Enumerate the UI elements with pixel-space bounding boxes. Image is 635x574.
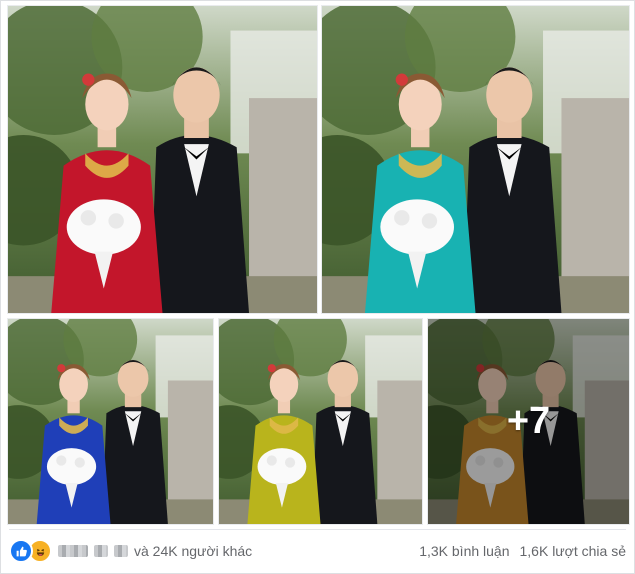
photo-4[interactable] (218, 318, 423, 525)
reactions-count-text[interactable]: và 24K người khác (134, 543, 252, 559)
photo-2[interactable] (321, 5, 630, 314)
more-photos-count: +7 (506, 400, 551, 442)
comments-count[interactable]: 1,3K bình luận (419, 543, 509, 559)
reactor-name-redacted (94, 545, 108, 557)
post-stats: 1,3K bình luận 1,6K lượt chia sẻ (419, 543, 626, 559)
wedding-photo-image (219, 319, 422, 524)
wedding-photo-image (322, 6, 629, 313)
photo-3[interactable] (7, 318, 214, 525)
reactor-name-redacted (58, 545, 88, 557)
photo-1[interactable] (7, 5, 318, 314)
photo-5-more[interactable]: +7 (427, 318, 630, 525)
reactions-bar: và 24K người khác 1,3K bình luận 1,6K lư… (9, 529, 626, 572)
like-icon[interactable] (9, 539, 33, 563)
wedding-photo-image (8, 319, 213, 524)
reactor-name-redacted (114, 545, 128, 557)
more-photos-overlay[interactable]: +7 (428, 319, 629, 524)
wedding-photo-image (8, 6, 317, 313)
shares-count[interactable]: 1,6K lượt chia sẻ (520, 543, 627, 559)
post-photo-grid: +7 và 24K người khác 1,3K bình luận 1,6K… (0, 0, 635, 574)
